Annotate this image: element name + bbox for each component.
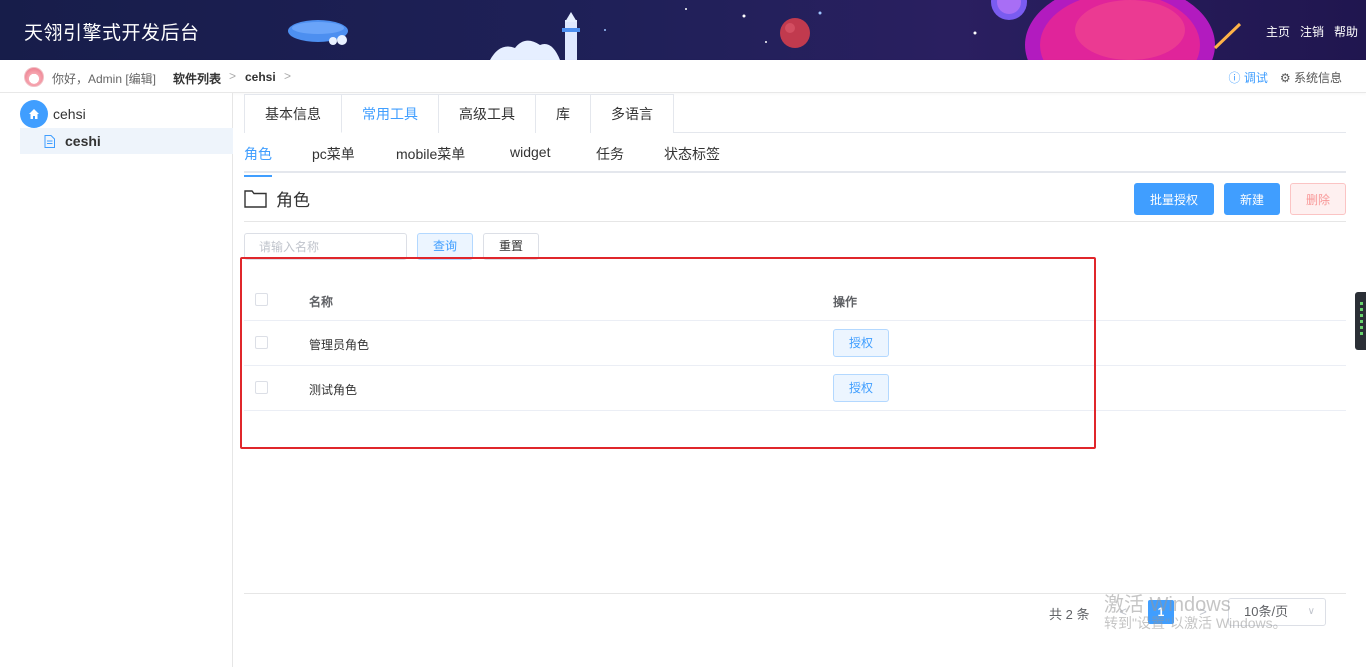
side-widget[interactable] xyxy=(1355,292,1366,350)
row-checkbox[interactable] xyxy=(255,381,268,394)
authorize-button[interactable]: 授权 xyxy=(833,329,889,357)
tab-role[interactable]: 角色 xyxy=(244,144,272,177)
nav-logout[interactable]: 注销 xyxy=(1300,23,1324,40)
nav-help[interactable]: 帮助 xyxy=(1334,23,1358,40)
tab-task[interactable]: 任务 xyxy=(596,144,624,164)
tab-widget[interactable]: widget xyxy=(510,144,550,160)
reset-button[interactable]: 重置 xyxy=(483,233,539,260)
tree-node-child-label: ceshi xyxy=(65,133,101,149)
header-decoration xyxy=(288,0,1242,60)
table-row: 管理员角色 授权 xyxy=(244,321,1346,366)
gear-icon: ⚙ xyxy=(1279,71,1291,85)
tab-status-label[interactable]: 状态标签 xyxy=(664,144,720,164)
tab-library[interactable]: 库 xyxy=(535,94,591,133)
active-tab-indicator xyxy=(244,175,272,177)
nav-home[interactable]: 主页 xyxy=(1266,23,1290,40)
tab-mobile-menu[interactable]: mobile菜单 xyxy=(396,144,465,164)
tree-node-root-label: cehsi xyxy=(53,106,86,122)
info-icon: ⓘ xyxy=(1228,71,1241,85)
user-greeting[interactable]: 你好，Admin [编辑] xyxy=(52,70,156,87)
batch-authorize-button[interactable]: 批量授权 xyxy=(1134,183,1214,215)
top-nav: 主页 注销 帮助 xyxy=(1266,23,1358,40)
divider xyxy=(244,221,1346,222)
breadcrumb-actions: ⓘ 调试 ⚙ 系统信息 xyxy=(1229,69,1343,86)
tab-pc-menu[interactable]: pc菜单 xyxy=(312,144,355,164)
chevron-down-icon: ∨ xyxy=(1307,606,1315,617)
chevron-right-icon: > xyxy=(284,69,292,83)
tree-node-child[interactable]: ceshi xyxy=(20,128,233,154)
delete-button[interactable]: 删除 xyxy=(1290,183,1346,215)
home-icon xyxy=(20,100,48,128)
create-button[interactable]: 新建 xyxy=(1224,183,1280,215)
roles-table: 名称 操作 管理员角色 授权 测试角色 授权 xyxy=(244,279,1346,411)
primary-tabs: 基本信息 常用工具 高级工具 库 多语言 xyxy=(244,94,1346,133)
tab-basic-info[interactable]: 基本信息 xyxy=(244,94,342,133)
top-header: 天翎引擎式开发后台 主页 注销 帮助 xyxy=(0,0,1366,60)
pagination-total: 共 2 条 xyxy=(1049,607,1090,622)
table-header: 名称 操作 xyxy=(244,279,1346,321)
system-info-link[interactable]: ⚙ 系统信息 xyxy=(1280,69,1342,86)
debug-link[interactable]: ⓘ 调试 xyxy=(1229,69,1268,86)
authorize-button[interactable]: 授权 xyxy=(833,374,889,402)
breadcrumb-software-list[interactable]: 软件列表 xyxy=(173,70,221,87)
chevron-right-icon: > xyxy=(229,69,237,83)
breadcrumb-app[interactable]: cehsi xyxy=(245,70,276,84)
section-title: 角色 xyxy=(276,191,310,210)
role-name: 管理员角色 xyxy=(309,338,370,352)
column-action-header: 操作 xyxy=(833,295,858,309)
name-search-input[interactable] xyxy=(244,233,407,260)
secondary-tabs: 角色 pc菜单 mobile菜单 widget 任务 状态标签 xyxy=(244,133,1346,177)
tree-node-root[interactable]: cehsi xyxy=(20,100,86,128)
table-row: 测试角色 授权 xyxy=(244,366,1346,411)
tab-multilanguage[interactable]: 多语言 xyxy=(590,94,674,133)
sidebar-tree: cehsi ceshi xyxy=(0,93,233,667)
avatar[interactable] xyxy=(24,67,44,87)
tab-common-tools[interactable]: 常用工具 xyxy=(341,94,439,133)
query-button[interactable]: 查询 xyxy=(417,233,473,260)
tab-advanced-tools[interactable]: 高级工具 xyxy=(438,94,536,133)
column-name-header: 名称 xyxy=(309,295,334,309)
folder-icon xyxy=(244,190,267,208)
select-all-checkbox[interactable] xyxy=(255,293,268,306)
breadcrumb-bar: 你好，Admin [编辑] 软件列表 > cehsi > ⓘ 调试 ⚙ 系统信息 xyxy=(0,60,1366,93)
role-name: 测试角色 xyxy=(309,383,358,397)
row-checkbox[interactable] xyxy=(255,336,268,349)
section-header: 角色 xyxy=(244,186,310,211)
windows-activation-hint: 转到"设置"以激活 Windows。 xyxy=(1104,615,1287,631)
document-icon xyxy=(44,134,55,148)
